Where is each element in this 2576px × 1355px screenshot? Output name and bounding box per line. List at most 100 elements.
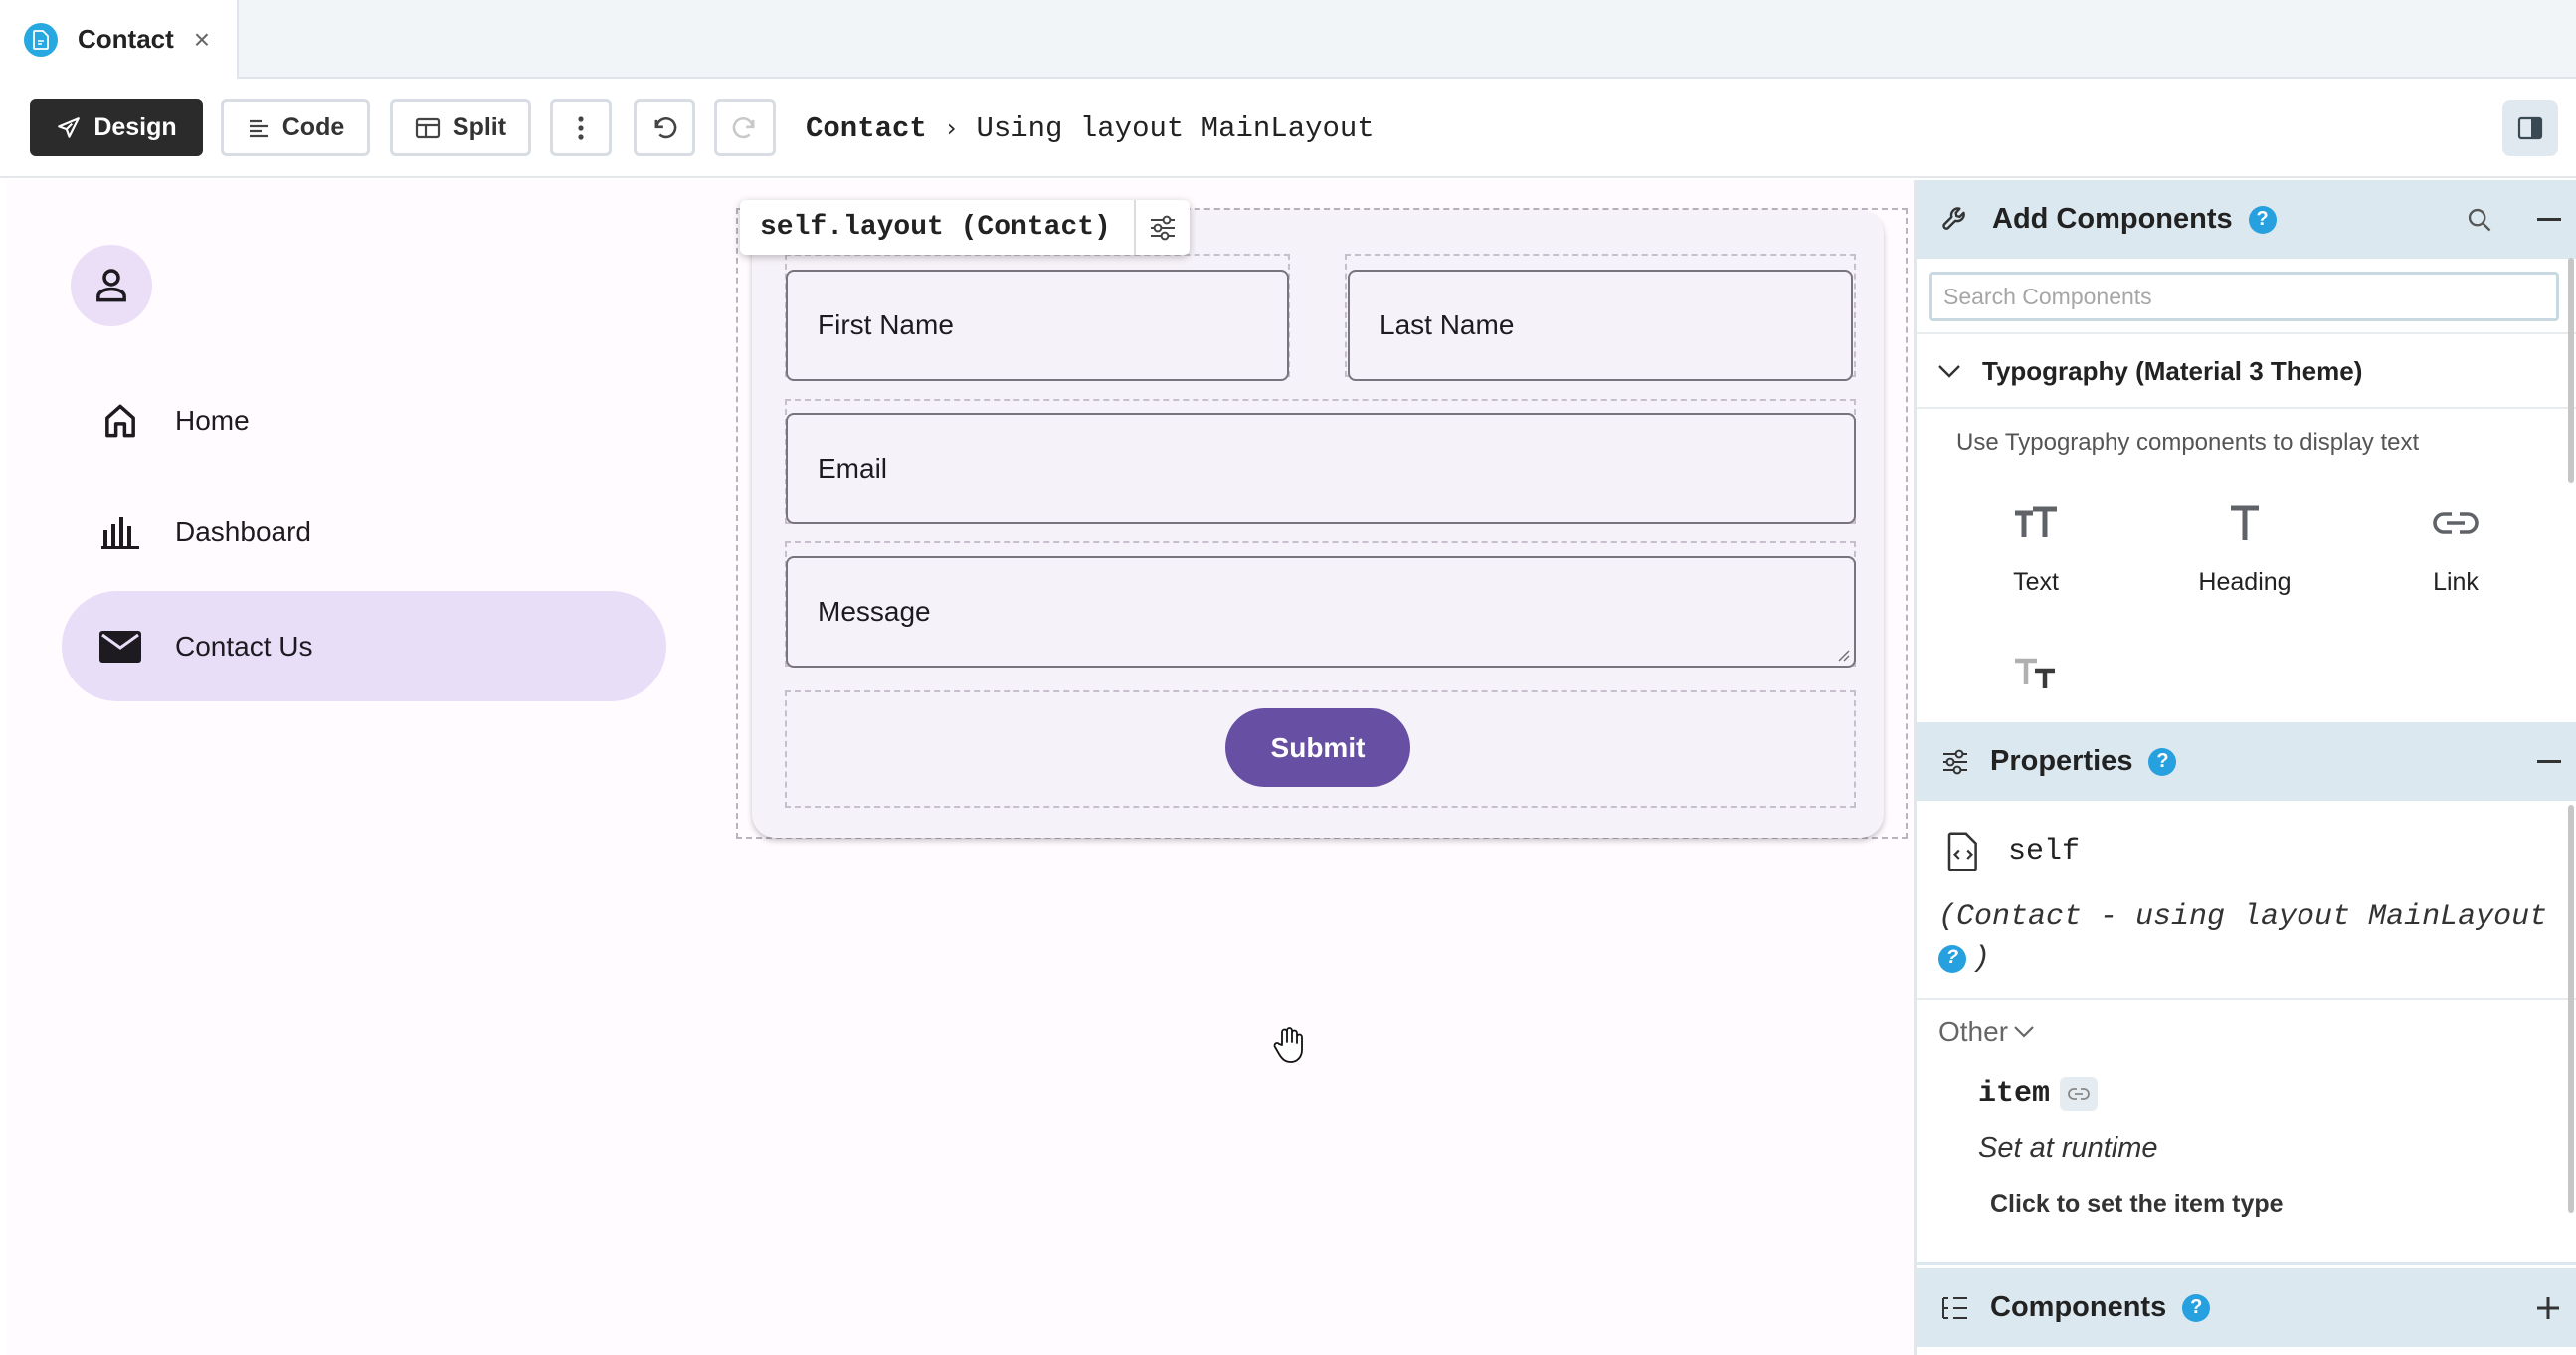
wrench-icon [1942,206,1965,230]
chevron-down-icon [1938,365,1960,378]
components-title: Components [1990,1291,2167,1323]
set-item-type-link[interactable]: Click to set the item type [1917,1190,2576,1219]
more-options-button[interactable] [550,99,612,156]
scrollbar[interactable] [2568,258,2574,483]
redo-button[interactable] [714,99,776,156]
split-view-icon [415,117,441,138]
redo-icon [732,116,755,138]
breadcrumb-layout[interactable]: Using layout MainLayout [976,112,1374,145]
tab-label: Contact [78,24,174,54]
divider [1917,1262,2576,1265]
components-header[interactable]: Components ? [1917,1268,2576,1347]
sidebar-panel-icon [2517,116,2543,140]
nav-item-dashboard[interactable]: Dashboard [62,477,666,587]
collapse-icon[interactable] [2537,217,2561,222]
avatar[interactable] [71,245,152,326]
tab-strip: Contact × [0,0,2576,79]
heading-icon [2155,488,2334,558]
tab-contact[interactable]: Contact × [0,0,239,79]
email-field[interactable]: Email [786,413,1856,524]
component-tile-label: Link [2433,568,2479,596]
bar-chart-icon [99,511,141,553]
design-button[interactable]: Design [30,99,203,156]
split-button-label: Split [452,113,507,141]
item-property-value: Set at runtime [1978,1132,2158,1164]
hand-cursor-icon [1273,1027,1303,1063]
close-icon[interactable]: × [194,25,210,54]
chevron-down-icon [2014,1026,2034,1038]
last-name-field[interactable]: Last Name [1348,270,1853,381]
breadcrumb-form[interactable]: Contact [806,112,927,145]
more-vertical-icon [578,115,584,140]
sliders-icon [1943,749,1967,774]
nav-item-label: Dashboard [175,515,311,547]
link-icon [2366,488,2545,558]
component-tile-label: Text [2013,568,2059,596]
person-icon [96,269,126,302]
other-section-toggle[interactable]: Other [1917,1016,2576,1048]
selected-object-desc-line2: ) [1972,942,1991,976]
divider [1917,332,2576,334]
first-name-field[interactable]: First Name [786,270,1289,381]
help-icon[interactable]: ? [2182,1293,2211,1322]
nav-item-label: Contact Us [175,630,313,662]
undo-icon [654,116,677,138]
first-name-placeholder: First Name [818,309,954,340]
add-icon[interactable] [2535,1295,2561,1321]
message-placeholder: Message [818,596,931,627]
selected-object-name: self [2008,835,2081,869]
toggle-panel-button[interactable] [2502,100,2558,156]
help-icon[interactable]: ? [1938,945,1966,973]
properties-header[interactable]: Properties ? [1917,722,2576,801]
search-components-input[interactable]: Search Components [1929,272,2559,321]
right-panel: Add Components ? Search Components Typog… [1914,180,2576,1355]
breadcrumb: Contact › Using layout MainLayout [806,79,1375,178]
submit-button[interactable]: Submit [1225,708,1410,787]
component-tile-rich-text[interactable] [1946,648,2125,707]
code-lines-icon [249,119,268,137]
chevron-right-icon: › [946,114,957,142]
layout-label-text: self.layout (Contact) [760,212,1111,243]
undo-button[interactable] [634,99,695,156]
collapse-icon[interactable] [2537,759,2561,764]
typography-group-header[interactable]: Typography (Material 3 Theme) [1917,351,2576,391]
resize-handle-icon[interactable] [1836,648,1850,662]
component-tile-text[interactable]: Text [1946,488,2125,597]
typography-group-desc: Use Typography components to display tex… [1956,429,2420,456]
code-file-icon [1947,832,1977,871]
search-components-placeholder: Search Components [1943,283,2152,309]
designer-toolbar: Design Code Split Contact › Using layout… [0,79,2576,178]
message-field[interactable]: Message [786,556,1856,668]
link-icon[interactable] [2060,1077,2099,1111]
selected-object: self [1917,827,2576,876]
help-icon[interactable]: ? [2148,747,2177,776]
divider [1917,998,2576,1000]
nav-item-contact-us[interactable]: Contact Us [62,591,666,701]
mail-icon [99,626,141,668]
sliders-icon[interactable] [1134,200,1190,255]
design-canvas[interactable]: Home Dashboard Contact Us First Name Las… [6,180,1914,1355]
help-icon[interactable]: ? [2248,205,2277,234]
component-tile-link[interactable]: Link [2366,488,2545,597]
search-icon[interactable] [2466,206,2493,234]
add-components-header[interactable]: Add Components ? [1917,180,2576,259]
component-tile-heading[interactable]: Heading [2155,488,2334,597]
layout-label-chip[interactable]: self.layout (Contact) [740,200,1190,255]
split-button[interactable]: Split [390,99,531,156]
send-icon [58,116,81,138]
code-button[interactable]: Code [221,99,370,156]
scrollbar[interactable] [2568,805,2574,1213]
nav-item-label: Home [175,404,250,436]
add-components-title: Add Components [1992,203,2233,235]
rich-text-icon [1946,648,2125,697]
nav-item-home[interactable]: Home [62,365,666,476]
last-name-placeholder: Last Name [1380,309,1515,340]
other-section-label: Other [1938,1016,2009,1047]
item-property: item [1917,1077,2576,1111]
text-icon [1946,488,2125,558]
home-icon [99,400,141,442]
typography-group-title: Typography (Material 3 Theme) [1982,355,2363,386]
component-tile-label: Heading [2198,568,2292,596]
form-file-icon [24,22,58,57]
design-button-label: Design [93,113,177,141]
